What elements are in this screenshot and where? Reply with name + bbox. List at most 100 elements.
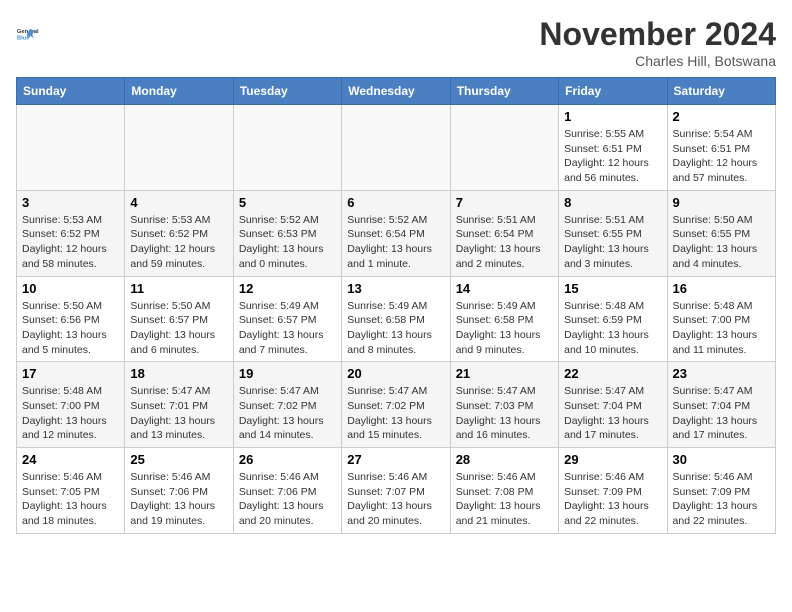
- day-info: Sunrise: 5:52 AMSunset: 6:54 PMDaylight:…: [347, 213, 444, 272]
- calendar-cell: 2 Sunrise: 5:54 AMSunset: 6:51 PMDaylight…: [667, 105, 775, 191]
- day-info: Sunrise: 5:46 AMSunset: 7:06 PMDaylight:…: [130, 470, 227, 529]
- day-info: Sunrise: 5:47 AMSunset: 7:04 PMDaylight:…: [673, 384, 770, 443]
- day-info: Sunrise: 5:50 AMSunset: 6:57 PMDaylight:…: [130, 299, 227, 358]
- day-number: 4: [130, 195, 227, 210]
- calendar-cell: 25Sunrise: 5:46 AMSunset: 7:06 PMDayligh…: [125, 448, 233, 534]
- header-thursday: Thursday: [450, 78, 558, 105]
- day-info: Sunrise: 5:49 AMSunset: 6:57 PMDaylight:…: [239, 299, 336, 358]
- day-info: Sunrise: 5:49 AMSunset: 6:58 PMDaylight:…: [347, 299, 444, 358]
- day-info: Sunrise: 5:47 AMSunset: 7:02 PMDaylight:…: [347, 384, 444, 443]
- day-number: 17: [22, 366, 119, 381]
- header-tuesday: Tuesday: [233, 78, 341, 105]
- day-info: Sunrise: 5:48 AMSunset: 7:00 PMDaylight:…: [22, 384, 119, 443]
- day-number: 6: [347, 195, 444, 210]
- day-info: Sunrise: 5:55 AMSunset: 6:51 PMDaylight:…: [564, 127, 661, 186]
- page-header: General Blue General Blue November 2024 …: [16, 16, 776, 69]
- day-info: Sunrise: 5:48 AMSunset: 7:00 PMDaylight:…: [673, 299, 770, 358]
- day-number: 7: [456, 195, 553, 210]
- day-number: 9: [673, 195, 770, 210]
- day-info: Sunrise: 5:46 AMSunset: 7:09 PMDaylight:…: [673, 470, 770, 529]
- title-block: November 2024 Charles Hill, Botswana: [539, 16, 776, 69]
- calendar-cell: [17, 105, 125, 191]
- week-row-3: 10Sunrise: 5:50 AMSunset: 6:56 PMDayligh…: [17, 276, 776, 362]
- calendar-cell: 7 Sunrise: 5:51 AMSunset: 6:54 PMDaylight…: [450, 190, 558, 276]
- calendar-cell: 15 Sunrise: 5:48 AMSunset: 6:59 PMDayligh…: [559, 276, 667, 362]
- calendar-cell: 27 Sunrise: 5:46 AMSunset: 7:07 PMDayligh…: [342, 448, 450, 534]
- day-number: 23: [673, 366, 770, 381]
- calendar-cell: 30Sunrise: 5:46 AMSunset: 7:09 PMDayligh…: [667, 448, 775, 534]
- day-info: Sunrise: 5:53 AMSunset: 6:52 PMDaylight:…: [130, 213, 227, 272]
- day-info: Sunrise: 5:47 AMSunset: 7:04 PMDaylight:…: [564, 384, 661, 443]
- day-number: 16: [673, 281, 770, 296]
- calendar-cell: 13 Sunrise: 5:49 AMSunset: 6:58 PMDayligh…: [342, 276, 450, 362]
- day-number: 21: [456, 366, 553, 381]
- calendar-cell: 4 Sunrise: 5:53 AMSunset: 6:52 PMDaylight…: [125, 190, 233, 276]
- day-number: 22: [564, 366, 661, 381]
- day-info: Sunrise: 5:49 AMSunset: 6:58 PMDaylight:…: [456, 299, 553, 358]
- calendar-cell: 12 Sunrise: 5:49 AMSunset: 6:57 PMDayligh…: [233, 276, 341, 362]
- header-monday: Monday: [125, 78, 233, 105]
- week-row-1: 1 Sunrise: 5:55 AMSunset: 6:51 PMDaylight…: [17, 105, 776, 191]
- day-number: 8: [564, 195, 661, 210]
- calendar-cell: 21 Sunrise: 5:47 AMSunset: 7:03 PMDayligh…: [450, 362, 558, 448]
- day-number: 15: [564, 281, 661, 296]
- day-number: 27: [347, 452, 444, 467]
- day-number: 24: [22, 452, 119, 467]
- day-info: Sunrise: 5:46 AMSunset: 7:07 PMDaylight:…: [347, 470, 444, 529]
- calendar-cell: 9Sunrise: 5:50 AMSunset: 6:55 PMDaylight…: [667, 190, 775, 276]
- day-info: Sunrise: 5:46 AMSunset: 7:08 PMDaylight:…: [456, 470, 553, 529]
- day-number: 20: [347, 366, 444, 381]
- calendar-cell: 20 Sunrise: 5:47 AMSunset: 7:02 PMDayligh…: [342, 362, 450, 448]
- header-wednesday: Wednesday: [342, 78, 450, 105]
- calendar-cell: 28Sunrise: 5:46 AMSunset: 7:08 PMDayligh…: [450, 448, 558, 534]
- day-info: Sunrise: 5:52 AMSunset: 6:53 PMDaylight:…: [239, 213, 336, 272]
- calendar-cell: 26 Sunrise: 5:46 AMSunset: 7:06 PMDayligh…: [233, 448, 341, 534]
- day-number: 13: [347, 281, 444, 296]
- logo: General Blue General Blue: [16, 16, 52, 52]
- week-row-2: 3 Sunrise: 5:53 AMSunset: 6:52 PMDaylight…: [17, 190, 776, 276]
- day-number: 18: [130, 366, 227, 381]
- day-info: Sunrise: 5:51 AMSunset: 6:54 PMDaylight:…: [456, 213, 553, 272]
- week-row-4: 17 Sunrise: 5:48 AMSunset: 7:00 PMDayligh…: [17, 362, 776, 448]
- day-number: 12: [239, 281, 336, 296]
- day-info: Sunrise: 5:51 AMSunset: 6:55 PMDaylight:…: [564, 213, 661, 272]
- calendar-cell: 5 Sunrise: 5:52 AMSunset: 6:53 PMDaylight…: [233, 190, 341, 276]
- day-number: 11: [130, 281, 227, 296]
- calendar-cell: 17 Sunrise: 5:48 AMSunset: 7:00 PMDayligh…: [17, 362, 125, 448]
- day-info: Sunrise: 5:54 AMSunset: 6:51 PMDaylight:…: [673, 127, 770, 186]
- day-number: 19: [239, 366, 336, 381]
- day-number: 3: [22, 195, 119, 210]
- header-sunday: Sunday: [17, 78, 125, 105]
- logo-icon: General Blue: [16, 16, 52, 52]
- day-info: Sunrise: 5:47 AMSunset: 7:01 PMDaylight:…: [130, 384, 227, 443]
- calendar-cell: [125, 105, 233, 191]
- day-info: Sunrise: 5:47 AMSunset: 7:02 PMDaylight:…: [239, 384, 336, 443]
- day-info: Sunrise: 5:47 AMSunset: 7:03 PMDaylight:…: [456, 384, 553, 443]
- calendar-cell: 18 Sunrise: 5:47 AMSunset: 7:01 PMDayligh…: [125, 362, 233, 448]
- day-number: 2: [673, 109, 770, 124]
- day-number: 26: [239, 452, 336, 467]
- calendar-cell: 19 Sunrise: 5:47 AMSunset: 7:02 PMDayligh…: [233, 362, 341, 448]
- calendar-cell: [233, 105, 341, 191]
- week-row-5: 24Sunrise: 5:46 AMSunset: 7:05 PMDayligh…: [17, 448, 776, 534]
- calendar-cell: 11 Sunrise: 5:50 AMSunset: 6:57 PMDayligh…: [125, 276, 233, 362]
- calendar-cell: [450, 105, 558, 191]
- calendar-cell: 29Sunrise: 5:46 AMSunset: 7:09 PMDayligh…: [559, 448, 667, 534]
- day-number: 1: [564, 109, 661, 124]
- day-info: Sunrise: 5:50 AMSunset: 6:56 PMDaylight:…: [22, 299, 119, 358]
- calendar-cell: 23 Sunrise: 5:47 AMSunset: 7:04 PMDayligh…: [667, 362, 775, 448]
- day-number: 5: [239, 195, 336, 210]
- header-friday: Friday: [559, 78, 667, 105]
- calendar-cell: [342, 105, 450, 191]
- day-info: Sunrise: 5:46 AMSunset: 7:06 PMDaylight:…: [239, 470, 336, 529]
- calendar-cell: 22 Sunrise: 5:47 AMSunset: 7:04 PMDayligh…: [559, 362, 667, 448]
- calendar-table: SundayMondayTuesdayWednesdayThursdayFrid…: [16, 77, 776, 534]
- calendar-header-row: SundayMondayTuesdayWednesdayThursdayFrid…: [17, 78, 776, 105]
- location: Charles Hill, Botswana: [539, 53, 776, 69]
- calendar-cell: 1 Sunrise: 5:55 AMSunset: 6:51 PMDaylight…: [559, 105, 667, 191]
- header-saturday: Saturday: [667, 78, 775, 105]
- month-title: November 2024: [539, 16, 776, 53]
- day-number: 29: [564, 452, 661, 467]
- day-info: Sunrise: 5:48 AMSunset: 6:59 PMDaylight:…: [564, 299, 661, 358]
- day-number: 14: [456, 281, 553, 296]
